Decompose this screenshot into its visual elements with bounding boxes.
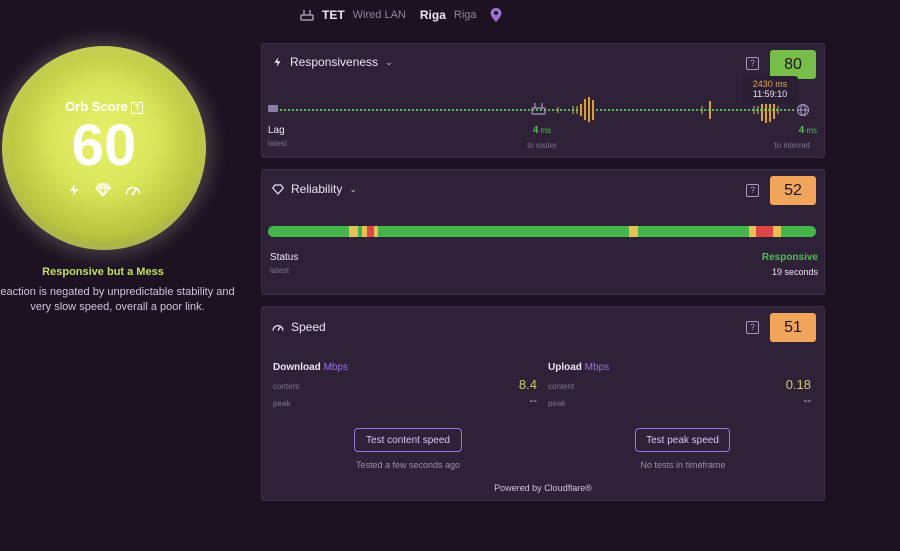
lag-sublabel: latest [268,139,288,148]
diamond-icon [272,183,284,195]
download-content-label: content [273,382,300,391]
speed-score: 51 [770,313,816,342]
test-peak-speed-button[interactable]: Test peak speed [635,428,730,452]
card-title: Responsiveness [290,55,379,69]
speed-card: Speed ? 51 Download Mbps content 8.4 pea… [261,306,825,501]
responsiveness-score: 80 [770,50,816,79]
router-label: to router [527,141,557,150]
upload-content-value: 0.18 [785,377,811,392]
orb-score-title: Orb Score? [2,99,206,114]
location-pin-icon [490,8,501,22]
download-content-value: 8.4 [518,377,537,392]
isp-name: TET [322,8,345,22]
upload-peak-value: -- [803,395,811,407]
peak-test-status: No tests in timeframe [640,460,726,470]
reliability-score: 52 [770,176,816,205]
status-value: Responsive [761,252,818,263]
computer-icon [268,105,278,112]
diamond-icon [95,183,111,197]
orb-score-gauge: Orb Score? 60 [2,46,206,250]
lightning-icon [70,184,78,196]
upload-content-label: content [548,382,575,391]
lightning-icon [274,57,281,67]
orb-description: eaction is negated by unpredictable stab… [0,286,235,313]
chevron-down-icon: ⌄ [349,183,357,194]
orb-category-icons [2,183,206,197]
upload-heading: Upload Mbps [548,362,610,373]
download-peak-value: -- [529,395,537,407]
speed-header: Speed [272,320,326,334]
speedometer-icon [272,324,284,331]
globe-icon [796,103,810,117]
card-title: Speed [291,320,326,334]
download-heading: Download Mbps [273,362,349,373]
test-content-speed-button[interactable]: Test content speed [354,428,462,452]
responsiveness-card: Responsiveness ⌄ ? 80 2430 ms 11:59:10 L… [261,43,825,158]
help-icon[interactable]: ? [746,321,759,334]
region-name: Riga [453,9,477,21]
help-icon[interactable]: ? [746,184,759,197]
internet-latency: 4 ms [798,125,817,136]
help-icon[interactable]: ? [746,57,759,70]
lag-label: Lag [268,125,285,136]
chevron-down-icon: ⌄ [385,56,393,67]
city-name: Riga [419,8,446,22]
lag-tooltip: 2430 ms 11:59:10 [742,76,798,104]
powered-by-cloudflare: Powered by Cloudflare® [494,483,592,493]
router-icon [300,10,314,21]
router-icon [531,103,546,115]
internet-label: to internet [774,141,810,150]
status-sublabel: latest [270,266,290,275]
card-title: Reliability [291,182,343,196]
connection-type: Wired LAN [352,9,406,21]
responsiveness-header[interactable]: Responsiveness ⌄ [272,55,393,69]
connection-bar: TET Wired LAN Riga Riga [300,6,503,24]
reliability-card: Reliability ⌄ ? 52 Status latest Respons… [261,169,825,295]
content-test-status: Tested a few seconds ago [355,460,461,470]
download-peak-label: peak [273,399,291,408]
orb-score-value: 60 [71,113,137,178]
router-latency: 4 ms [532,125,552,136]
help-icon[interactable]: ? [130,101,143,114]
upload-peak-label: peak [548,399,566,408]
speedometer-icon [125,186,141,196]
reliability-timeline[interactable] [268,226,816,237]
reliability-header[interactable]: Reliability ⌄ [272,182,357,196]
status-time: 19 seconds [771,267,818,277]
orb-verdict: Responsive but a Mess [42,266,164,278]
status-label: Status [270,252,299,263]
lag-timeline[interactable] [262,84,822,124]
